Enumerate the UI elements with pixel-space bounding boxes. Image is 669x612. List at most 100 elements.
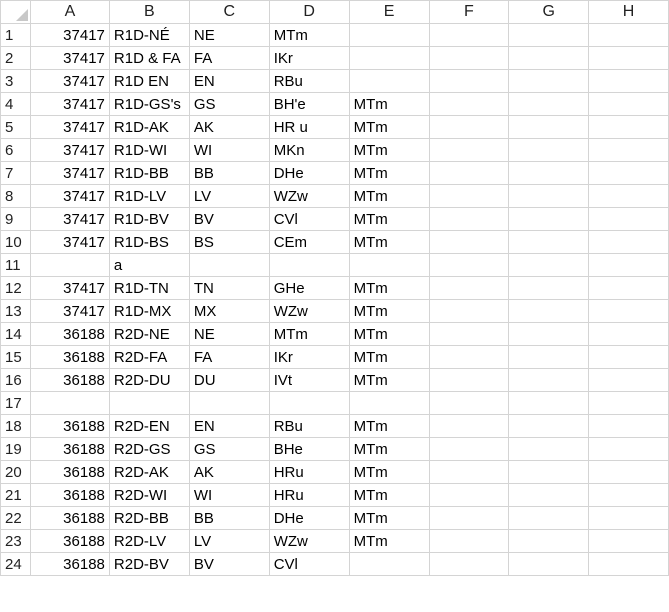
cell-e6[interactable]: MTm	[348, 138, 430, 162]
cell-c10[interactable]: BS	[188, 230, 270, 254]
column-header-g[interactable]: G	[508, 0, 590, 24]
cell-h1[interactable]	[588, 23, 669, 47]
row-header[interactable]: 24	[0, 552, 31, 576]
cell-g9[interactable]	[508, 207, 590, 231]
row-header[interactable]: 6	[0, 138, 31, 162]
cell-b13[interactable]: R1D-MX	[108, 299, 190, 323]
cell-h23[interactable]	[588, 529, 669, 553]
cell-c14[interactable]: NE	[188, 322, 270, 346]
cell-a14[interactable]: 36188	[29, 322, 110, 346]
cell-h16[interactable]	[588, 368, 669, 392]
cell-b5[interactable]: R1D-AK	[108, 115, 190, 139]
cell-d24[interactable]: CVl	[268, 552, 350, 576]
cell-g10[interactable]	[508, 230, 590, 254]
cell-d22[interactable]: DHe	[268, 506, 350, 530]
cell-e20[interactable]: MTm	[348, 460, 430, 484]
cell-g2[interactable]	[508, 46, 590, 70]
cell-f23[interactable]	[428, 529, 510, 553]
cell-f16[interactable]	[428, 368, 510, 392]
row-header[interactable]: 23	[0, 529, 31, 553]
cell-c16[interactable]: DU	[188, 368, 270, 392]
cell-d3[interactable]: RBu	[268, 69, 350, 93]
cell-d1[interactable]: MTm	[268, 23, 350, 47]
cell-b16[interactable]: R2D-DU	[108, 368, 190, 392]
cell-e21[interactable]: MTm	[348, 483, 430, 507]
cell-d10[interactable]: CEm	[268, 230, 350, 254]
cell-g22[interactable]	[508, 506, 590, 530]
cell-c17[interactable]	[188, 391, 270, 415]
row-header[interactable]: 11	[0, 253, 31, 277]
cell-a11[interactable]	[29, 253, 110, 277]
row-header[interactable]: 4	[0, 92, 31, 116]
cell-d23[interactable]: WZw	[268, 529, 350, 553]
cell-f2[interactable]	[428, 46, 510, 70]
cell-e3[interactable]	[348, 69, 430, 93]
cell-g1[interactable]	[508, 23, 590, 47]
cell-b17[interactable]	[108, 391, 190, 415]
cell-g17[interactable]	[508, 391, 590, 415]
cell-e1[interactable]	[348, 23, 430, 47]
cell-d8[interactable]: WZw	[268, 184, 350, 208]
cell-f24[interactable]	[428, 552, 510, 576]
cell-d5[interactable]: HR u	[268, 115, 350, 139]
cell-f10[interactable]	[428, 230, 510, 254]
cell-c1[interactable]: NE	[188, 23, 270, 47]
cell-h5[interactable]	[588, 115, 669, 139]
cell-d18[interactable]: RBu	[268, 414, 350, 438]
cell-e4[interactable]: MTm	[348, 92, 430, 116]
column-header-a[interactable]: A	[29, 0, 110, 24]
cell-b22[interactable]: R2D-BB	[108, 506, 190, 530]
cell-h7[interactable]	[588, 161, 669, 185]
cell-g4[interactable]	[508, 92, 590, 116]
cell-f20[interactable]	[428, 460, 510, 484]
cell-b11[interactable]: a	[108, 253, 190, 277]
column-header-b[interactable]: B	[108, 0, 190, 24]
cell-b12[interactable]: R1D-TN	[108, 276, 190, 300]
cell-e2[interactable]	[348, 46, 430, 70]
row-header[interactable]: 8	[0, 184, 31, 208]
cell-a13[interactable]: 37417	[29, 299, 110, 323]
cell-d9[interactable]: CVl	[268, 207, 350, 231]
cell-e23[interactable]: MTm	[348, 529, 430, 553]
cell-e10[interactable]: MTm	[348, 230, 430, 254]
cell-c20[interactable]: AK	[188, 460, 270, 484]
cell-d6[interactable]: MKn	[268, 138, 350, 162]
cell-e5[interactable]: MTm	[348, 115, 430, 139]
row-header[interactable]: 10	[0, 230, 31, 254]
cell-b3[interactable]: R1D EN	[108, 69, 190, 93]
cell-f14[interactable]	[428, 322, 510, 346]
cell-g8[interactable]	[508, 184, 590, 208]
cell-b19[interactable]: R2D-GS	[108, 437, 190, 461]
cell-e19[interactable]: MTm	[348, 437, 430, 461]
cell-d4[interactable]: BH'e	[268, 92, 350, 116]
cell-h4[interactable]	[588, 92, 669, 116]
cell-h3[interactable]	[588, 69, 669, 93]
cell-e22[interactable]: MTm	[348, 506, 430, 530]
row-header[interactable]: 15	[0, 345, 31, 369]
cell-a21[interactable]: 36188	[29, 483, 110, 507]
cell-a2[interactable]: 37417	[29, 46, 110, 70]
cell-b24[interactable]: R2D-BV	[108, 552, 190, 576]
cell-f12[interactable]	[428, 276, 510, 300]
cell-g16[interactable]	[508, 368, 590, 392]
cell-g15[interactable]	[508, 345, 590, 369]
cell-c3[interactable]: EN	[188, 69, 270, 93]
cell-g20[interactable]	[508, 460, 590, 484]
cell-b8[interactable]: R1D-LV	[108, 184, 190, 208]
cell-c6[interactable]: WI	[188, 138, 270, 162]
row-header[interactable]: 12	[0, 276, 31, 300]
cell-b2[interactable]: R1D & FA	[108, 46, 190, 70]
cell-a16[interactable]: 36188	[29, 368, 110, 392]
cell-f19[interactable]	[428, 437, 510, 461]
cell-a1[interactable]: 37417	[29, 23, 110, 47]
row-header[interactable]: 19	[0, 437, 31, 461]
cell-e11[interactable]	[348, 253, 430, 277]
cell-g14[interactable]	[508, 322, 590, 346]
cell-h22[interactable]	[588, 506, 669, 530]
row-header[interactable]: 21	[0, 483, 31, 507]
row-header[interactable]: 1	[0, 23, 31, 47]
column-header-d[interactable]: D	[268, 0, 350, 24]
cell-d14[interactable]: MTm	[268, 322, 350, 346]
cell-c11[interactable]	[188, 253, 270, 277]
cell-a5[interactable]: 37417	[29, 115, 110, 139]
